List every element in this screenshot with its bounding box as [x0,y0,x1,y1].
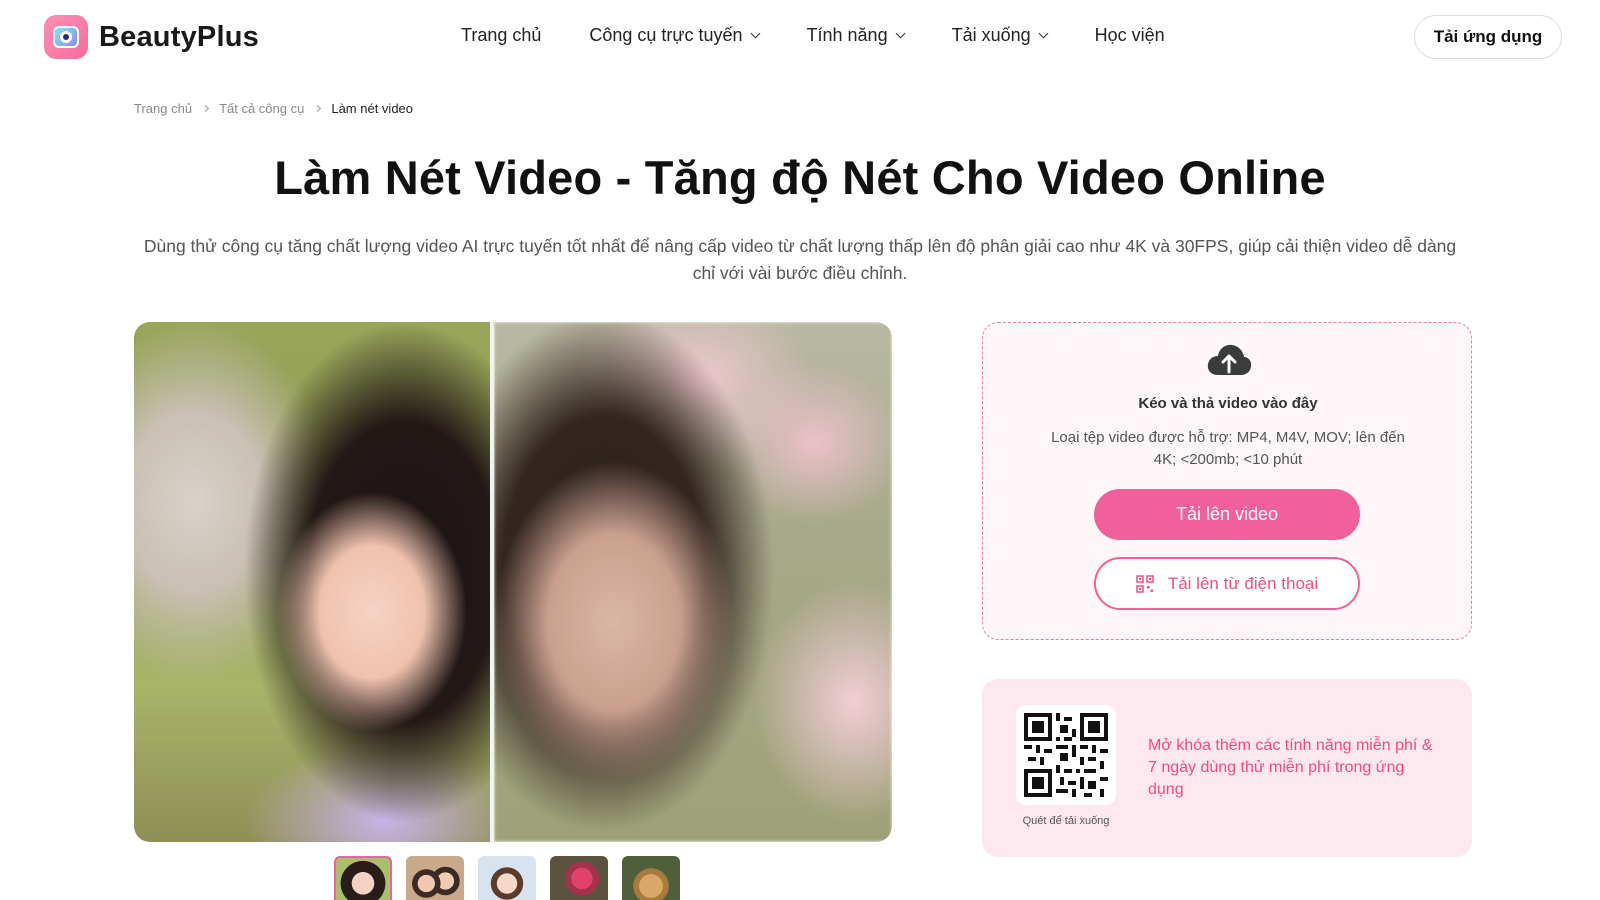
comparison-slider-handle[interactable] [490,322,494,842]
qr-code-image [1024,713,1108,797]
site-header: BeautyPlus Trang chủ Công cụ trực tuyến … [0,0,1600,78]
breadcrumb: Trang chủ Tất cả công cụ Làm nét video [134,101,413,116]
thumbnail-child[interactable] [478,856,536,900]
breadcrumb-home[interactable]: Trang chủ [134,101,192,116]
upload-from-phone-label: Tải lên từ điện thoại [1167,573,1319,593]
beautyplus-logo-icon [44,15,88,59]
dropzone-title: Kéo và thả video vào đây [1138,395,1318,412]
chevron-right-icon [202,104,210,113]
thumbnail-flowers[interactable] [550,856,608,900]
nav-item-academy[interactable]: Học viện [1095,25,1165,46]
thumbnail-portrait-girl[interactable] [334,856,392,900]
upload-video-button[interactable]: Tải lên video [1094,489,1360,540]
nav-item-home[interactable]: Trang chủ [461,25,541,46]
download-qr-code [1016,705,1116,805]
nav-item-downloads[interactable]: Tải xuống [951,25,1049,46]
main-nav: Trang chủ Công cụ trực tuyến Tính năng T… [461,25,1165,46]
nav-item-label: Tính năng [806,25,888,45]
app-promo-card: Quét để tải xuống Mở khóa thêm các tính … [982,679,1472,857]
before-after-preview[interactable] [134,322,892,842]
sharp-after-image [134,322,492,842]
page-title: Làm Nét Video - Tăng độ Nét Cho Video On… [274,151,1326,204]
page-description: Dùng thử công cụ tăng chất lượng video A… [143,236,1457,283]
chevron-right-icon [314,104,322,113]
chevron-down-icon [895,28,906,39]
cloud-upload-icon [1207,344,1252,375]
thumbnail-two-women[interactable] [406,856,464,900]
qr-code-icon [1136,574,1154,593]
supported-formats-hint: Loại tệp video được hỗ trợ: MP4, M4V, MO… [1051,429,1405,468]
promo-text: Mở khóa thêm các tính năng miễn phí & 7 … [1148,737,1433,798]
nav-item-label: Học viện [1094,25,1165,45]
brand-logo[interactable]: BeautyPlus [44,15,259,59]
upload-from-phone-button[interactable]: Tải lên từ điện thoại [1094,557,1360,610]
breadcrumb-all-tools[interactable]: Tất cả công cụ [219,101,304,116]
thumbnail-dog[interactable] [622,856,680,900]
chevron-down-icon [750,28,760,39]
breadcrumb-current: Làm nét video [331,101,414,116]
qr-caption: Quét để tải xuống [1022,815,1110,827]
brand-name: BeautyPlus [99,20,259,53]
nav-item-online-tools[interactable]: Công cụ trực tuyến [589,25,760,46]
nav-item-label: Tải xuống [951,25,1031,45]
chevron-down-icon [1038,28,1049,39]
download-app-button[interactable]: Tải ứng dụng [1414,15,1562,59]
nav-item-label: Công cụ trực tuyến [589,25,743,45]
nav-item-label: Trang chủ [461,25,542,45]
sample-thumbnails [334,856,694,900]
nav-item-features[interactable]: Tính năng [806,25,906,46]
upload-dropzone[interactable]: Kéo và thả video vào đây Loại tệp video … [982,322,1472,640]
blurry-before-image [494,322,892,842]
